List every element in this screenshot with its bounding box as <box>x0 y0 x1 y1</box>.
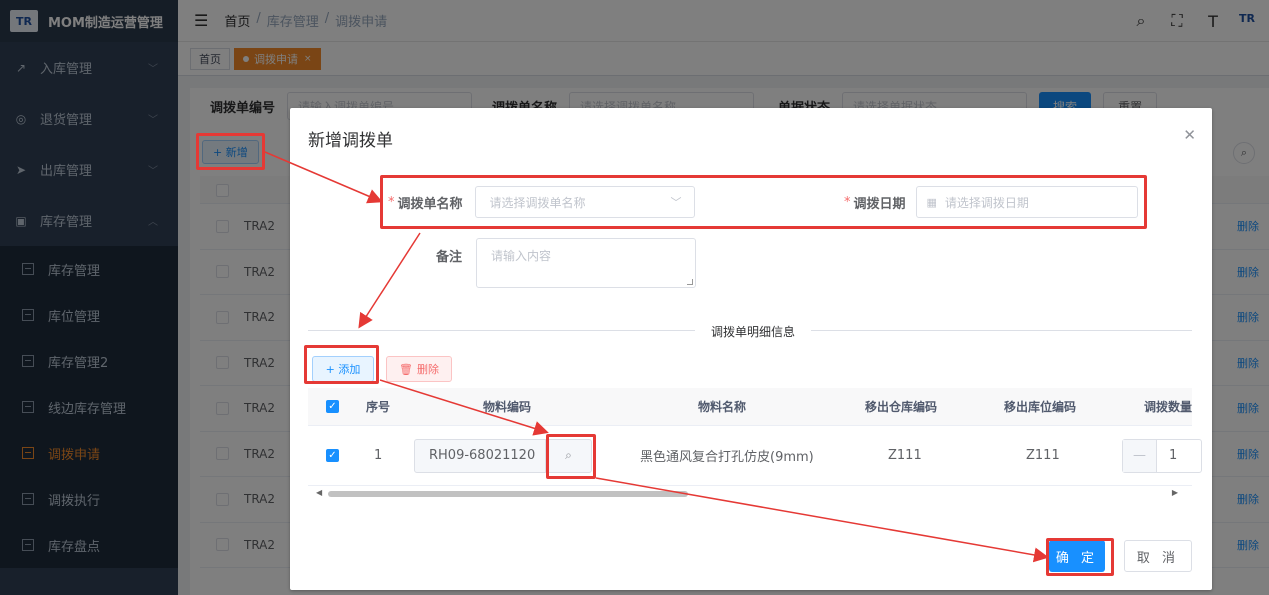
row-checkbox[interactable]: ✓ <box>326 449 339 462</box>
location-code: Z111 <box>1026 448 1060 463</box>
name-label: 调拨单名称 <box>397 196 463 212</box>
delete-row-button[interactable]: 🗑 删除 <box>386 356 452 382</box>
detail-table-header: ✓ 序号 物料编码 物料名称 移出仓库编码 移出库位编码 调拨数量 <box>308 388 1192 426</box>
col-warehouse-code: 移出仓库编码 <box>865 400 938 414</box>
detail-table: ✓ 序号 物料编码 物料名称 移出仓库编码 移出库位编码 调拨数量 ✓ 1 RH… <box>308 388 1202 500</box>
material-name: 黑色通风复合打孔仿皮(9mm) <box>640 450 814 465</box>
cancel-button[interactable]: 取 消 <box>1124 540 1192 572</box>
detail-title: 调拨单明细信息 <box>695 323 812 340</box>
search-icon[interactable]: ⌕ <box>546 438 592 473</box>
calendar-icon: ▦ <box>926 195 937 209</box>
warehouse-code: Z111 <box>888 448 922 463</box>
scroll-thumb[interactable] <box>328 491 688 497</box>
required-mark: * <box>844 194 851 210</box>
quantity-stepper[interactable]: — 1 <box>1122 438 1202 473</box>
date-label: 调拨日期 <box>853 196 906 212</box>
add-transfer-dialog: 新增调拨单 ✕ * 调拨单名称 请选择调拨单名称 ﹀ * 调拨日期 ▦ 请选择调… <box>290 108 1212 590</box>
quantity-stepper-cell: — 1 <box>1122 426 1202 485</box>
transfer-name-select[interactable]: 请选择调拨单名称 ﹀ <box>474 186 695 218</box>
confirm-button[interactable]: 确 定 <box>1049 540 1105 572</box>
required-mark: * <box>388 194 395 210</box>
material-code-input[interactable]: RH09-68021120 <box>414 438 546 473</box>
row-checkbox-cell: ✓ <box>326 426 339 485</box>
dialog-title: 新增调拨单 <box>308 131 393 151</box>
close-icon[interactable]: ✕ <box>1183 126 1196 144</box>
remark-label: 备注 <box>436 250 463 265</box>
scroll-left-icon[interactable]: ◀ <box>316 488 322 497</box>
form-row-remark: 备注 请输入内容 <box>436 238 697 288</box>
scroll-right-icon[interactable]: ▶ <box>1172 488 1178 497</box>
col-index: 序号 <box>366 400 391 414</box>
trash-icon: 🗑 <box>399 362 413 376</box>
header-checkbox-cell: ✓ <box>326 388 339 425</box>
minus-icon[interactable]: — <box>1123 439 1157 472</box>
col-quantity: 调拨数量 <box>1144 400 1193 414</box>
row-index: 1 <box>374 448 383 463</box>
col-material-code: 物料编码 <box>483 400 532 414</box>
horizontal-scrollbar[interactable]: ◀ ▶ <box>308 488 1192 500</box>
name-placeholder: 请选择调拨单名称 <box>489 195 586 210</box>
transfer-date-picker[interactable]: ▦ 请选择调拨日期 <box>915 186 1138 218</box>
add-row-button[interactable]: + 添加 <box>312 356 374 382</box>
form-row-date: * 调拨日期 ▦ 请选择调拨日期 <box>844 186 1138 218</box>
delete-label: 删除 <box>416 363 439 376</box>
remark-textarea[interactable]: 请输入内容 <box>476 238 697 288</box>
chevron-down-icon: ﹀ <box>670 196 682 209</box>
form-row-name: * 调拨单名称 请选择调拨单名称 ﹀ <box>388 186 695 218</box>
table-row: ✓ 1 RH09-68021120 ⌕ 黑色通风复合打孔仿皮(9mm) Z111… <box>308 426 1202 486</box>
date-placeholder: 请选择调拨日期 <box>944 195 1029 210</box>
material-code-field: RH09-68021120 ⌕ <box>414 426 592 485</box>
select-all-checkbox[interactable]: ✓ <box>326 400 339 413</box>
quantity-value[interactable]: 1 <box>1157 448 1177 463</box>
col-location-code: 移出库位编码 <box>1004 400 1077 414</box>
col-material-name: 物料名称 <box>698 400 747 414</box>
